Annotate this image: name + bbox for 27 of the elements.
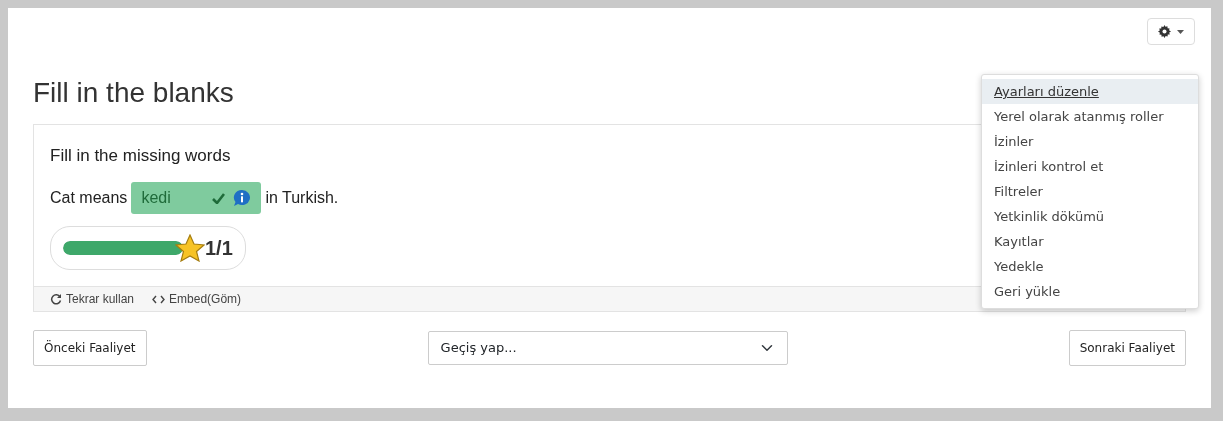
next-button[interactable]: Sonraki Faaliyet — [1068, 330, 1186, 367]
reuse-link[interactable]: Tekrar kullan — [66, 290, 135, 309]
refresh-icon — [50, 293, 62, 306]
settings-button[interactable] — [1147, 18, 1195, 45]
embed-link[interactable]: Embed(Göm) — [169, 290, 242, 309]
caret-icon — [1177, 29, 1184, 34]
code-icon — [152, 294, 166, 304]
check-icon — [212, 192, 226, 204]
menu-item[interactable]: Geri yükle — [982, 279, 1198, 304]
menu-item[interactable]: Yedekle — [982, 254, 1198, 279]
menu-item[interactable]: Yerel olarak atanmış roller — [982, 104, 1198, 129]
star-icon — [175, 234, 205, 263]
settings-icon — [1158, 25, 1171, 38]
menu-item[interactable]: Filtreler — [982, 179, 1198, 204]
info-icon[interactable] — [233, 189, 252, 208]
question-text: Cat means — [50, 188, 128, 209]
page-title: Fill in the blanks — [33, 76, 234, 110]
menu-item[interactable]: Kayıtlar — [982, 229, 1198, 254]
question-text: in Turkish. — [265, 188, 339, 209]
previous-button[interactable]: Önceki Faaliyet — [33, 330, 147, 367]
jump-select[interactable]: Geçiş yap... — [427, 331, 788, 365]
menu-item[interactable]: İzinleri kontrol et — [982, 154, 1198, 179]
menu-item[interactable]: İzinler — [982, 129, 1198, 154]
menu-item[interactable]: Ayarları düzenle — [982, 79, 1198, 104]
question-heading: Fill in the missing words — [50, 144, 231, 167]
menu-item[interactable]: Yetkinlik dökümü — [982, 204, 1198, 229]
score-text: 1/1 — [205, 236, 233, 262]
